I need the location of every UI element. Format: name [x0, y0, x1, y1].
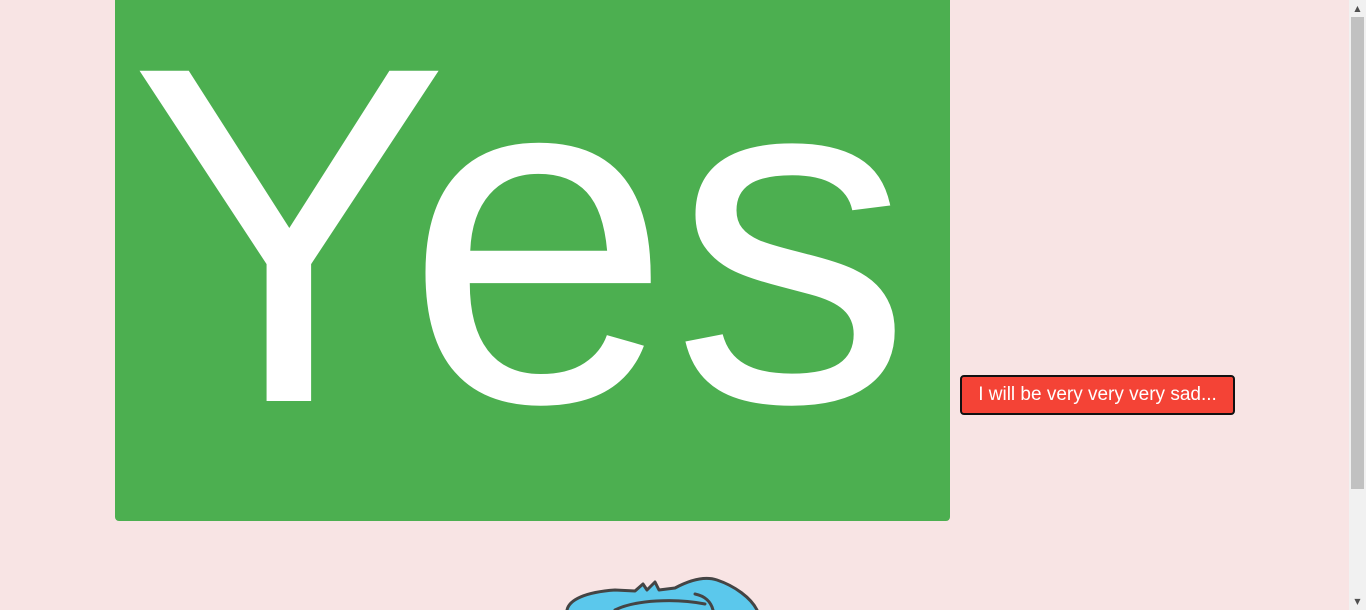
yes-button-label: Yes	[129, 0, 913, 503]
scroll-up-icon[interactable]: ▲	[1349, 0, 1366, 17]
vertical-scrollbar[interactable]: ▲ ▼	[1349, 0, 1366, 610]
mascot-head-icon	[565, 576, 759, 610]
scrollbar-thumb[interactable]	[1351, 17, 1364, 489]
yes-button[interactable]: Yes	[115, 0, 950, 521]
page: Yes I will be very very very sad...	[0, 0, 1349, 610]
scroll-down-icon[interactable]: ▼	[1349, 593, 1366, 610]
mascot-illustration	[565, 576, 759, 610]
no-button[interactable]: I will be very very very sad...	[960, 375, 1235, 415]
